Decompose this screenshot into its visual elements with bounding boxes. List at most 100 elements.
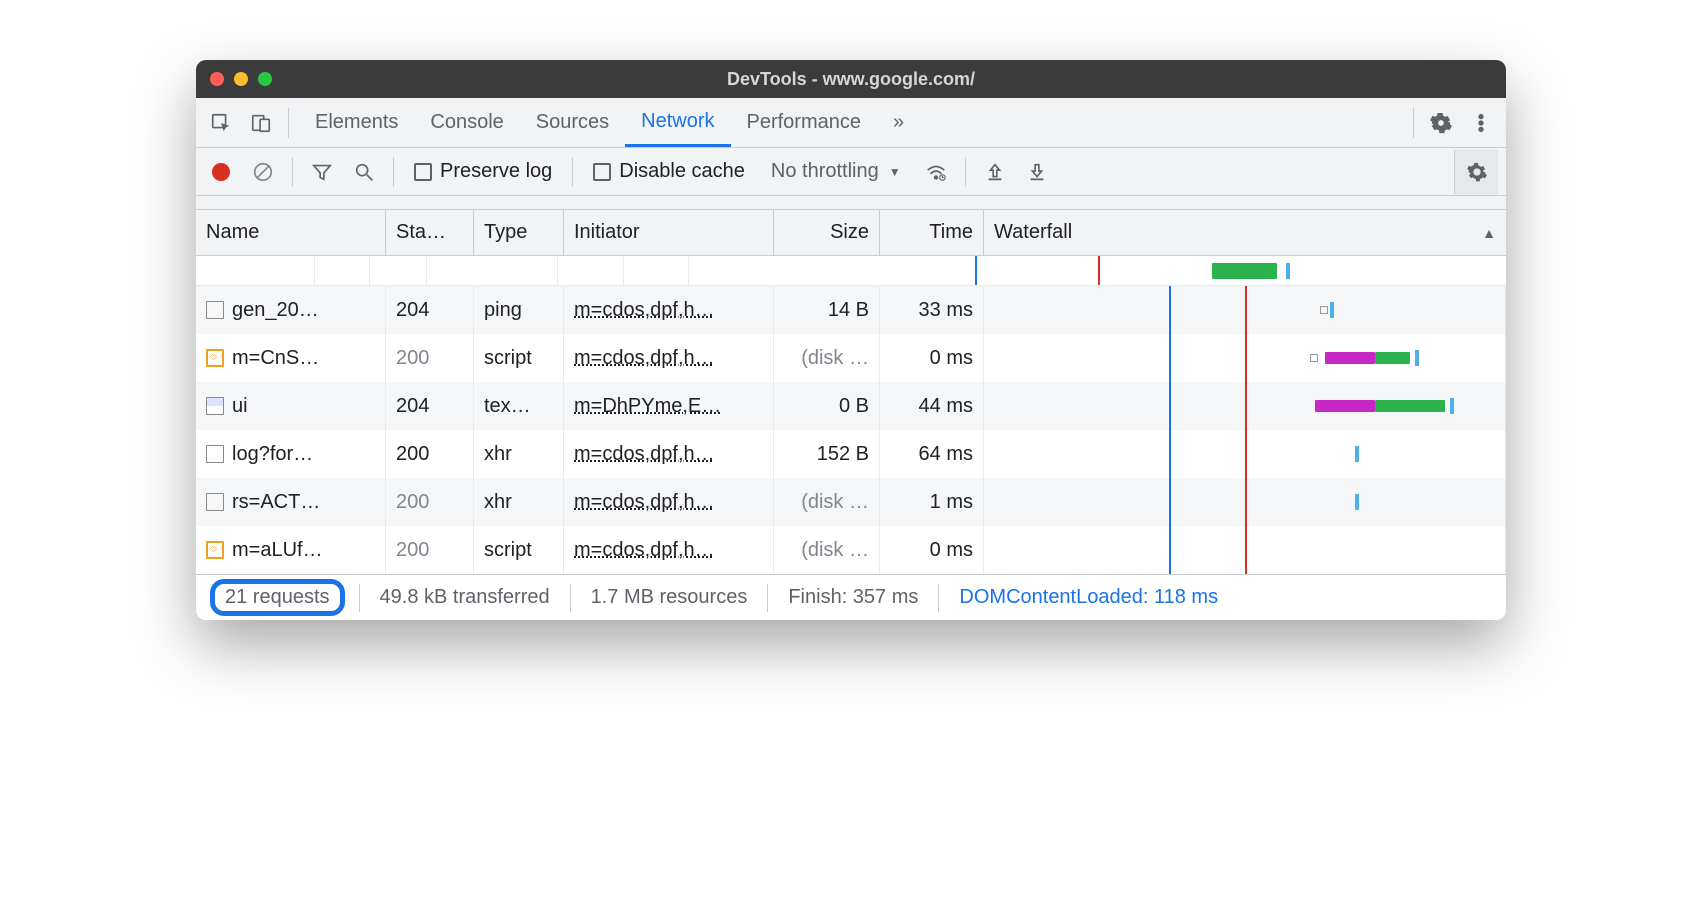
- request-size: (disk …: [774, 334, 880, 382]
- network-settings-button[interactable]: [1454, 150, 1498, 194]
- request-type: tex…: [474, 382, 564, 430]
- filter-icon[interactable]: [305, 155, 339, 189]
- request-time: 1 ms: [880, 478, 984, 526]
- request-type: ping: [474, 286, 564, 334]
- divider: [393, 157, 394, 187]
- request-size: 152 B: [774, 430, 880, 478]
- table-row[interactable]: log?for… 200xhr m=cdos,dpf,h… 152 B64 ms: [196, 430, 1506, 478]
- divider: [572, 157, 573, 187]
- load-line: [1098, 256, 1100, 285]
- inspect-element-icon[interactable]: [204, 106, 238, 140]
- request-time: 0 ms: [880, 334, 984, 382]
- sort-arrow-icon: ▲: [1482, 225, 1496, 241]
- domcontentloaded-line: [975, 256, 977, 285]
- file-name: rs=ACT…: [232, 491, 320, 514]
- devtools-window: DevTools - www.google.com/ ElementsConso…: [196, 60, 1506, 620]
- kebab-menu-icon[interactable]: [1464, 106, 1498, 140]
- status-bar: 21 requests 49.8 kB transferred 1.7 MB r…: [196, 574, 1506, 620]
- initiator-link[interactable]: m=cdos,dpf,h…: [574, 443, 715, 466]
- divider: [292, 157, 293, 187]
- domcontentloaded-time: DOMContentLoaded: 118 ms: [953, 586, 1224, 609]
- waterfall-cell: [984, 478, 1506, 526]
- table-row[interactable]: m=CnS… 200script m=cdos,dpf,h… (disk …0 ms: [196, 334, 1506, 382]
- initiator-link[interactable]: m=cdos,dpf,h…: [574, 299, 715, 322]
- preserve-log-checkbox[interactable]: Preserve log: [406, 160, 560, 183]
- settings-gear-icon[interactable]: [1424, 106, 1458, 140]
- header-waterfall[interactable]: Waterfall ▲: [984, 210, 1506, 255]
- transferred-size: 49.8 kB transferred: [374, 586, 556, 609]
- header-status[interactable]: Sta…: [386, 210, 474, 255]
- tab-elements[interactable]: Elements: [299, 98, 414, 147]
- file-name: gen_20…: [232, 299, 319, 322]
- waterfall-cell: [984, 382, 1506, 430]
- initiator-link[interactable]: m=cdos,dpf,h…: [574, 539, 715, 562]
- table-row[interactable]: m=aLUf…200scriptm=cdos,dpf,h…(disk …0 ms: [196, 526, 1506, 574]
- request-size: 14 B: [774, 286, 880, 334]
- divider: [288, 108, 289, 138]
- divider: [1413, 108, 1414, 138]
- request-time: 33 ms: [880, 286, 984, 334]
- status-code: 200: [386, 334, 474, 382]
- request-time: 0 ms: [880, 526, 984, 574]
- clear-button[interactable]: [246, 155, 280, 189]
- header-time[interactable]: Time: [880, 210, 984, 255]
- main-tabbar: ElementsConsoleSourcesNetworkPerformance…: [196, 98, 1506, 148]
- table-row[interactable]: rs=ACT…200xhrm=cdos,dpf,h…(disk …1 ms: [196, 478, 1506, 526]
- throttling-select[interactable]: No throttling ▼: [761, 160, 911, 183]
- network-conditions-icon[interactable]: [919, 155, 953, 189]
- header-type[interactable]: Type: [474, 210, 564, 255]
- initiator-link[interactable]: m=cdos,dpf,h…: [574, 491, 715, 514]
- status-code: 200: [386, 526, 474, 574]
- requests-count: 21 requests: [210, 579, 345, 616]
- img-file-icon: [206, 397, 224, 415]
- waterfall-cell: [984, 430, 1506, 478]
- header-name[interactable]: Name: [196, 210, 386, 255]
- file-name: m=CnS…: [232, 347, 319, 370]
- request-type: script: [474, 334, 564, 382]
- preserve-log-label: Preserve log: [440, 160, 552, 183]
- table-headers: Name Sta… Type Initiator Size Time Water…: [196, 210, 1506, 256]
- doc-file-icon: [206, 493, 224, 511]
- file-name: ui: [232, 395, 248, 418]
- search-icon[interactable]: [347, 155, 381, 189]
- download-har-icon[interactable]: [1020, 155, 1054, 189]
- initiator-link[interactable]: m=cdos,dpf,h…: [574, 347, 715, 370]
- doc-file-icon: [206, 301, 224, 319]
- file-name: m=aLUf…: [232, 539, 323, 562]
- request-size: (disk …: [774, 478, 880, 526]
- disable-cache-checkbox[interactable]: Disable cache: [585, 160, 753, 183]
- request-type: xhr: [474, 430, 564, 478]
- tab-network[interactable]: Network: [625, 98, 730, 147]
- window-title: DevTools - www.google.com/: [196, 69, 1506, 90]
- status-code: 200: [386, 430, 474, 478]
- record-button[interactable]: [204, 155, 238, 189]
- request-size: 0 B: [774, 382, 880, 430]
- file-name: log?for…: [232, 443, 313, 466]
- waterfall-cell: [984, 286, 1506, 334]
- device-toggle-icon[interactable]: [244, 106, 278, 140]
- table-row[interactable]: ui 204tex… m=DhPYme,E… 0 B44 ms: [196, 382, 1506, 430]
- js-file-icon: [206, 349, 224, 367]
- table-row[interactable]: gen_20…204pingm=cdos,dpf,h…14 B33 ms: [196, 286, 1506, 334]
- more-tabs-button[interactable]: »: [883, 111, 914, 134]
- request-time: 44 ms: [880, 382, 984, 430]
- divider: [965, 157, 966, 187]
- titlebar: DevTools - www.google.com/: [196, 60, 1506, 98]
- request-time: 64 ms: [880, 430, 984, 478]
- tab-sources[interactable]: Sources: [520, 98, 625, 147]
- tab-console[interactable]: Console: [414, 98, 519, 147]
- initiator-link[interactable]: m=DhPYme,E…: [574, 395, 721, 418]
- network-toolbar: Preserve log Disable cache No throttling…: [196, 148, 1506, 196]
- header-initiator[interactable]: Initiator: [564, 210, 774, 255]
- request-table: gen_20…204pingm=cdos,dpf,h…14 B33 msm=Cn…: [196, 286, 1506, 574]
- status-code: 200: [386, 478, 474, 526]
- waterfall-cell: [984, 334, 1506, 382]
- resources-size: 1.7 MB resources: [585, 586, 754, 609]
- throttle-label: No throttling: [771, 160, 879, 183]
- header-size[interactable]: Size: [774, 210, 880, 255]
- waterfall-overview[interactable]: [196, 256, 1506, 286]
- tab-performance[interactable]: Performance: [731, 98, 878, 147]
- finish-time: Finish: 357 ms: [782, 586, 924, 609]
- upload-har-icon[interactable]: [978, 155, 1012, 189]
- status-code: 204: [386, 382, 474, 430]
